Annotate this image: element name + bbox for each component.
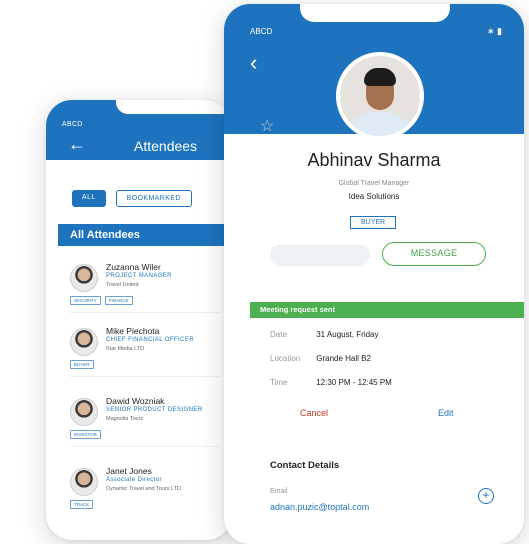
attendee-role: CHIEF FINANCIAL OFFICER <box>106 337 194 343</box>
page-title: Attendees <box>134 138 198 154</box>
attendee-company: Dynamic Travel and Tours LTD <box>106 486 181 492</box>
attendee-name: Mike Piechota <box>106 326 160 336</box>
attendee-tags: INVESTOR <box>70 430 101 439</box>
status-bar: ABCD <box>250 27 273 36</box>
row-value: 12:30 PM - 12:45 PM <box>316 378 392 387</box>
section-header: All Attendees <box>58 224 232 246</box>
profile-avatar <box>336 52 424 140</box>
filter-bookmarked-button[interactable]: BOOKMARKED <box>115 190 192 207</box>
divider <box>70 312 220 313</box>
attendee-item[interactable]: Mike Piechota CHIEF FINANCIAL OFFICER St… <box>70 326 230 386</box>
tag: TRACK <box>70 500 94 509</box>
attendee-role: SENIOR PRODUCT DESIGNER <box>106 407 203 413</box>
avatar <box>70 468 98 496</box>
message-button[interactable]: MESSAGE <box>382 242 486 266</box>
attendee-company: Star Media LTD <box>106 346 145 352</box>
row-value: Grande Hall B2 <box>316 354 371 363</box>
divider <box>70 446 220 447</box>
blurred-button[interactable] <box>270 244 370 266</box>
cancel-button[interactable]: Cancel <box>300 408 328 418</box>
attendee-tags: BUYER <box>70 360 94 369</box>
avatar <box>70 264 98 292</box>
email-label: Email <box>270 488 288 495</box>
row-value: 31 August, Friday <box>316 330 379 339</box>
profile-company: Idea Solutions <box>348 192 400 201</box>
attendee-item[interactable]: Dawid Wozniak SENIOR PRODUCT DESIGNER Ma… <box>70 396 230 456</box>
tag: INVESTOR <box>70 430 101 439</box>
filter-all-button[interactable]: ALL <box>72 190 106 207</box>
tag: SECURITY <box>70 296 101 305</box>
tag: FINANCE <box>104 296 133 305</box>
attendee-company: Travel United <box>106 282 139 288</box>
tag: BUYER <box>70 360 94 369</box>
attendee-tags: SECURITY FINANCE <box>70 296 133 305</box>
meeting-time-row: Time 12:30 PM - 12:45 PM <box>270 378 392 387</box>
back-arrow-icon[interactable]: ‹ <box>250 52 257 74</box>
profile-name: Abhinav Sharma <box>307 150 441 170</box>
email-link[interactable]: adnan.puzic@toptal.com <box>270 502 369 512</box>
attendee-name: Janet Jones <box>106 466 152 476</box>
row-label: Location <box>270 354 301 363</box>
profile-phone: ABCD ∗ ▮ ‹ ☆ Abhinav Sharma Global Trave… <box>224 4 524 544</box>
meeting-date-row: Date 31 August, Friday <box>270 330 379 339</box>
attendee-role: Associate Director <box>106 477 162 483</box>
attendee-item[interactable]: Zuzanna Wiler PROJECT MANAGER Travel Uni… <box>70 262 230 322</box>
battery-icon: ∗ ▮ <box>487 26 502 36</box>
attendee-name: Dawid Wozniak <box>106 396 165 406</box>
bookmark-star-icon[interactable]: ☆ <box>260 116 274 136</box>
add-contact-icon[interactable]: + <box>478 488 494 504</box>
edit-button[interactable]: Edit <box>438 408 454 418</box>
phone-notch <box>116 100 232 114</box>
profile-job-title: Global Travel Manager <box>338 180 410 187</box>
filter-chips: ALL BOOKMARKED <box>72 190 192 207</box>
role-badge: BUYER <box>350 216 397 229</box>
row-label: Date <box>270 330 287 339</box>
attendee-tags: TRACK <box>70 500 94 509</box>
status-bar: ABCD <box>62 121 83 128</box>
attendee-role: PROJECT MANAGER <box>106 273 172 279</box>
row-label: Time <box>270 378 288 387</box>
attendee-item[interactable]: Janet Jones Associate Director Dynamic T… <box>70 466 230 526</box>
meeting-location-row: Location Grande Hall B2 <box>270 354 371 363</box>
meeting-status-banner: Meeting request sent <box>250 302 524 318</box>
phone-notch <box>300 4 450 22</box>
attendee-name: Zuzanna Wiler <box>106 262 161 272</box>
divider <box>70 376 220 377</box>
avatar <box>70 398 98 426</box>
avatar <box>70 328 98 356</box>
contact-details-heading: Contact Details <box>270 460 340 471</box>
attendees-phone: ABCD ← Attendees ALL BOOKMARKED All Atte… <box>46 100 232 540</box>
attendee-company: Magnolia Tours <box>106 416 144 422</box>
back-arrow-icon[interactable]: ← <box>68 135 86 153</box>
